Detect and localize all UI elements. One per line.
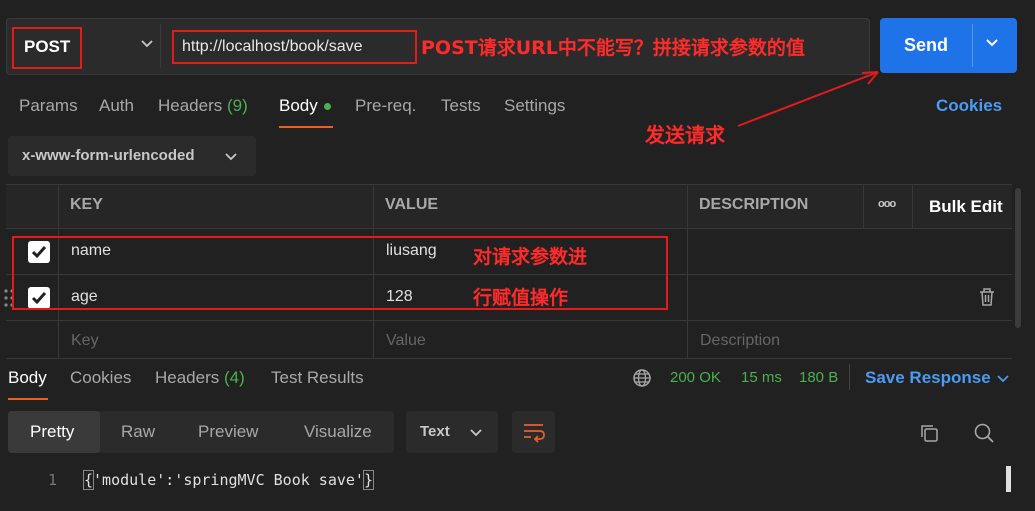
tab-headers[interactable]: Headers (9) (158, 96, 248, 116)
response-time: 15 ms (741, 369, 782, 386)
grid-line (6, 320, 1012, 321)
response-tab-body[interactable]: Body (8, 368, 47, 388)
view-mode-pretty[interactable]: Pretty (30, 422, 74, 442)
grid-line (687, 184, 688, 358)
tab-headers-count: (9) (227, 96, 248, 115)
globe-icon[interactable] (632, 368, 652, 393)
column-header-description: DESCRIPTION (699, 196, 809, 213)
response-tab-body-underline (8, 398, 48, 400)
response-tab-cookies[interactable]: Cookies (70, 368, 131, 388)
tab-body-label: Body (279, 96, 318, 115)
column-header-value: VALUE (385, 196, 439, 213)
tab-tests[interactable]: Tests (441, 96, 481, 116)
line-number: 1 (48, 471, 58, 489)
description-placeholder[interactable]: Description (700, 332, 780, 350)
tab-headers-label: Headers (158, 96, 223, 115)
table-header-row (6, 184, 1012, 228)
wrap-lines-button[interactable] (512, 411, 555, 453)
save-response-button[interactable]: Save Response (865, 368, 991, 388)
chevron-down-icon[interactable] (984, 34, 1000, 54)
tab-body-underline (279, 126, 333, 128)
divider (849, 364, 850, 390)
grid-line (863, 184, 864, 228)
bulk-edit-button[interactable]: Bulk Edit (929, 197, 1003, 217)
response-tab-test-results[interactable]: Test Results (271, 368, 364, 388)
value-placeholder[interactable]: Value (386, 332, 426, 350)
wrap-icon (524, 424, 545, 443)
copy-icon[interactable] (919, 423, 939, 448)
chevron-down-icon[interactable] (469, 425, 483, 444)
grid-line (6, 228, 1012, 229)
editor-scrollbar[interactable] (1006, 466, 1011, 492)
params-annotation-line2: 行赋值操作 (473, 287, 569, 309)
response-tab-headers-count: (4) (224, 368, 245, 387)
url-highlight-box (172, 30, 417, 64)
chevron-down-icon[interactable] (224, 149, 238, 168)
method-highlight-box (12, 27, 82, 69)
format-select[interactable]: Text (406, 411, 498, 453)
grid-line (6, 358, 1012, 359)
body-type-label: x-www-form-urlencoded (22, 147, 195, 164)
send-divider (972, 24, 973, 67)
response-tab-headers-label: Headers (155, 368, 220, 387)
search-icon[interactable] (973, 422, 995, 449)
column-header-key: KEY (70, 196, 103, 213)
url-annotation: POST请求URL中不能写？拼接请求参数的值 (421, 37, 805, 59)
body-type-select[interactable]: x-www-form-urlencoded (8, 136, 256, 176)
format-label: Text (420, 423, 450, 440)
send-annotation: 发送请求 (645, 123, 725, 147)
tab-prereq[interactable]: Pre-req. (355, 96, 416, 116)
bar-divider (160, 24, 161, 68)
grid-line (912, 184, 913, 228)
table-scrollbar[interactable] (1015, 188, 1021, 328)
view-mode-visualize[interactable]: Visualize (304, 422, 372, 442)
grid-line (6, 184, 1012, 185)
response-status: 200 OK (670, 369, 721, 386)
tab-settings[interactable]: Settings (504, 96, 565, 116)
key-placeholder[interactable]: Key (71, 332, 99, 350)
view-mode-preview[interactable]: Preview (198, 422, 258, 442)
tab-body[interactable]: Body (279, 96, 332, 116)
cookies-link[interactable]: Cookies (936, 96, 1002, 116)
trash-icon[interactable] (978, 287, 996, 312)
close-brace: } (362, 470, 375, 490)
annotation-arrow-icon (737, 71, 879, 127)
params-annotation-line1: 对请求参数进 (473, 246, 588, 268)
chevron-down-icon[interactable] (996, 371, 1010, 390)
tab-params[interactable]: Params (19, 96, 78, 116)
response-size: 180 B (799, 369, 839, 386)
response-code-text: 'module':'springMVC Book save' (93, 471, 364, 489)
send-button-label[interactable]: Send (880, 18, 972, 73)
open-brace: { (82, 470, 95, 490)
response-code-line[interactable]: {'module':'springMVC Book save'} (82, 470, 375, 490)
view-mode-raw[interactable]: Raw (121, 422, 155, 442)
chevron-down-icon[interactable] (140, 36, 154, 53)
more-options-icon[interactable]: ooo (878, 198, 896, 210)
active-dot-icon (324, 103, 332, 111)
tab-auth[interactable]: Auth (99, 96, 134, 116)
response-tab-headers[interactable]: Headers (4) (155, 368, 245, 388)
